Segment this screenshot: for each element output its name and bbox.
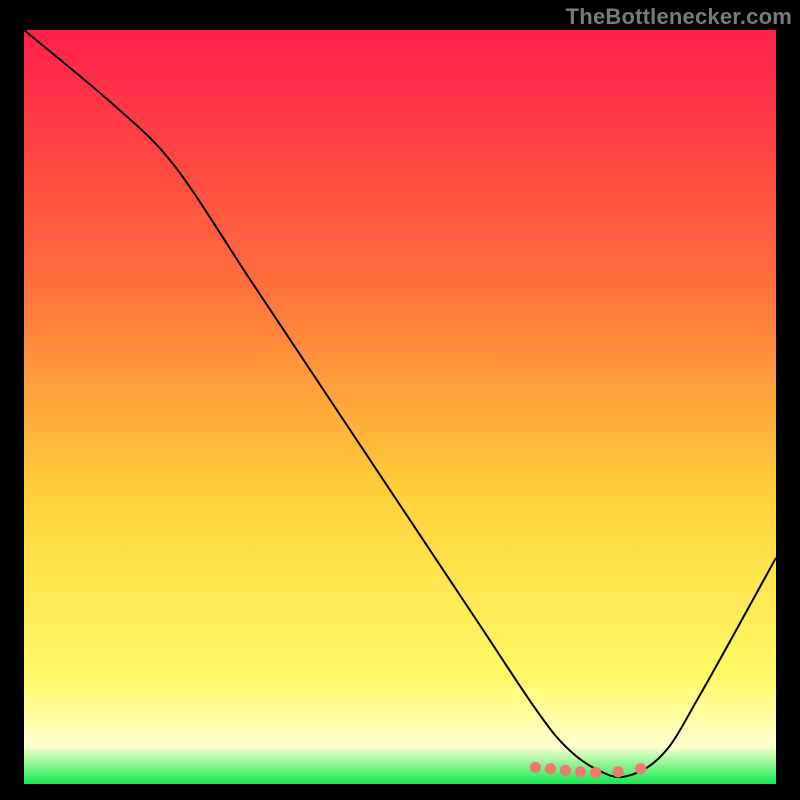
marker-dot [545, 763, 556, 774]
gradient-background [24, 30, 776, 784]
marker-dot [590, 767, 601, 778]
watermark-text: TheBottlenecker.com [566, 4, 792, 30]
marker-dot [530, 762, 541, 773]
marker-dot [560, 765, 571, 776]
marker-dot [575, 766, 586, 777]
plot-area [24, 30, 776, 784]
marker-dot [612, 766, 623, 777]
chart-svg [24, 30, 776, 784]
marker-dot [635, 763, 646, 774]
chart-stage: TheBottlenecker.com [0, 0, 800, 800]
